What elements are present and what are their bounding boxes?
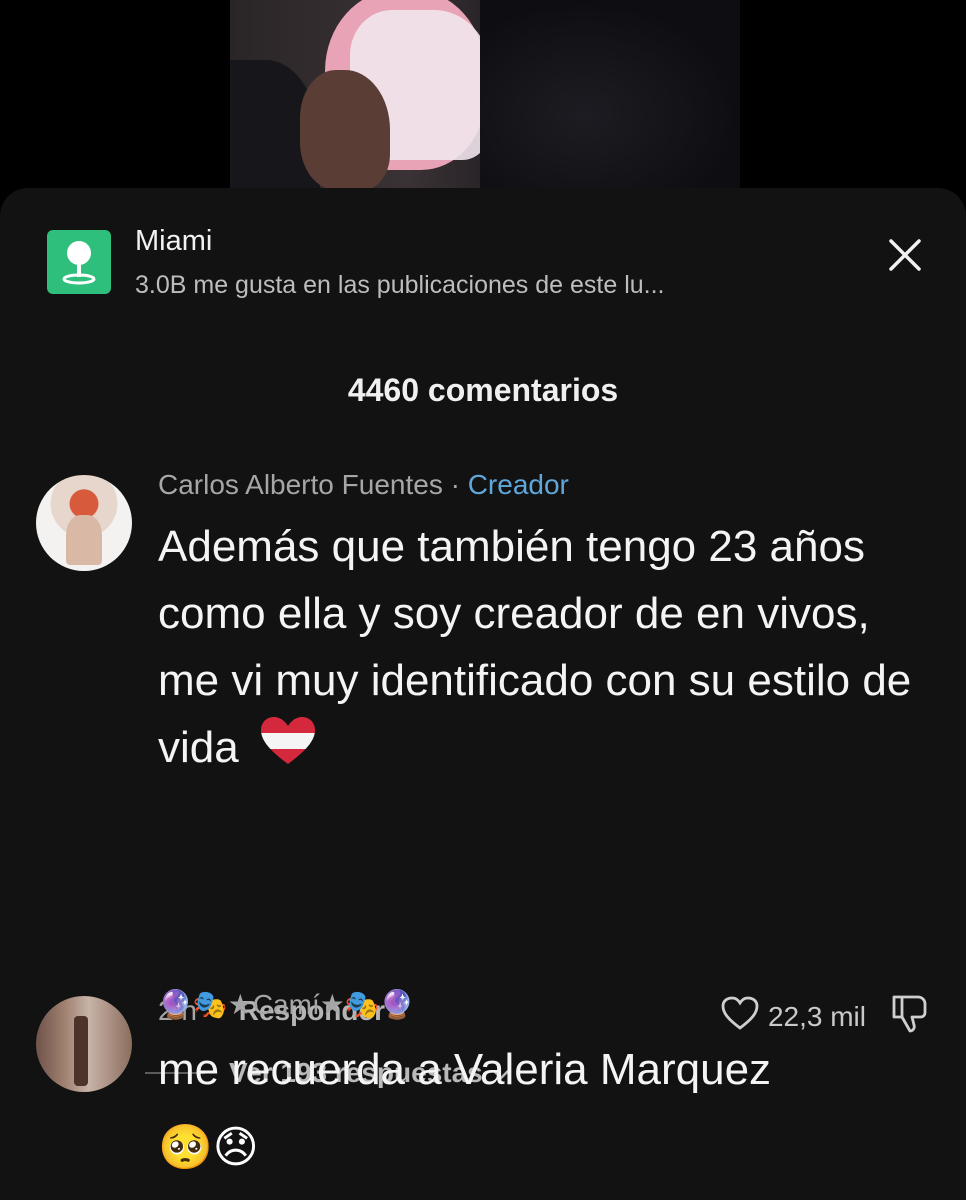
- avatar[interactable]: [36, 475, 132, 571]
- comment-author[interactable]: Carlos Alberto Fuentes: [158, 469, 443, 500]
- video-hood: [480, 0, 740, 192]
- comment-author-line: Carlos Alberto Fuentes · Creador: [158, 469, 569, 501]
- pleading-face-emoji: 🥺: [158, 1123, 213, 1172]
- map-pin-icon: [47, 230, 111, 294]
- creator-badge: Creador: [467, 469, 569, 500]
- location-banner[interactable]: Miami 3.0B me gusta en las publicaciones…: [45, 225, 925, 305]
- dislike-icon[interactable]: [888, 993, 932, 1040]
- disappointed-face-emoji: 😞: [212, 1123, 259, 1172]
- comment-text: me recuerda a Valeria Marquez: [158, 1045, 772, 1094]
- comments-count: 4460 comentarios: [347, 372, 619, 408]
- comment-author[interactable]: 🔮🎭★Camí★🎭🔮: [158, 988, 415, 1021]
- location-subtitle: 3.0B me gusta en las publicaciones de es…: [135, 271, 665, 299]
- location-title: Miami: [135, 225, 213, 257]
- avatar[interactable]: [36, 996, 132, 1092]
- heart-flag-emoji: [259, 716, 317, 785]
- comment-emojis: 🥺😞: [158, 1114, 259, 1181]
- comment-likes: 22,3 mil: [720, 993, 932, 1040]
- heart-icon[interactable]: [720, 995, 760, 1038]
- author-separator: ·: [442, 469, 468, 500]
- comment-text-block: Además que también tengo 23 años como el…: [158, 513, 928, 785]
- like-count: 22,3 mil: [767, 1000, 866, 1032]
- video-hand: [300, 70, 390, 190]
- comments-sheet: Miami 3.0B me gusta en las publicaciones…: [0, 188, 966, 1200]
- close-icon[interactable]: [885, 235, 925, 275]
- video-preview[interactable]: [230, 0, 740, 192]
